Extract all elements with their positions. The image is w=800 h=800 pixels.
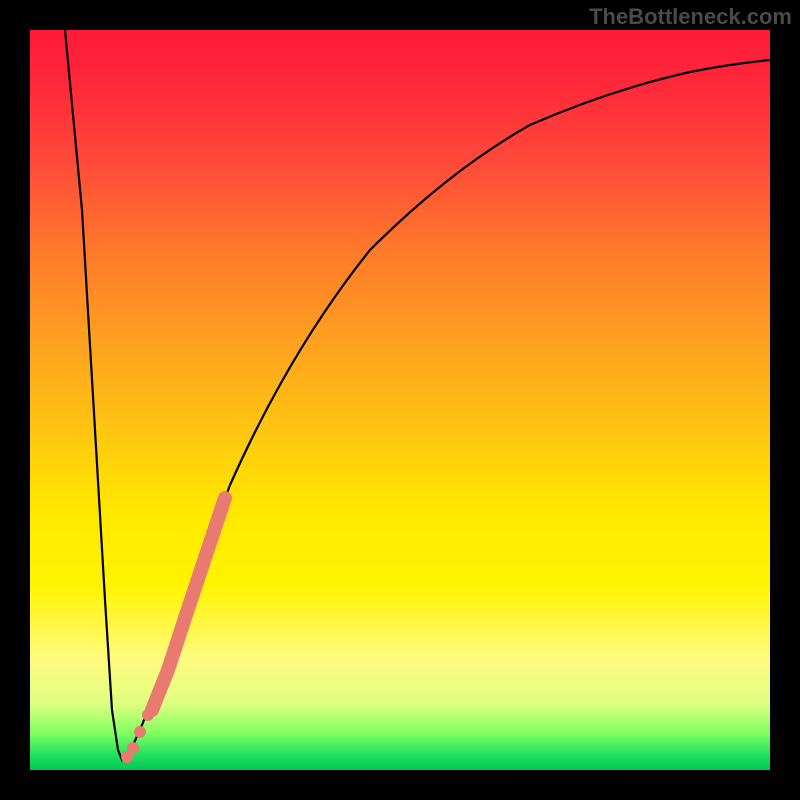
band-overlay-path xyxy=(152,498,225,710)
chart-svg xyxy=(30,30,770,770)
chart-plot-area xyxy=(30,30,770,770)
watermark-text: TheBottleneck.com xyxy=(589,4,792,30)
data-dot xyxy=(134,726,146,738)
data-dot xyxy=(142,709,154,721)
data-dot xyxy=(127,742,139,754)
